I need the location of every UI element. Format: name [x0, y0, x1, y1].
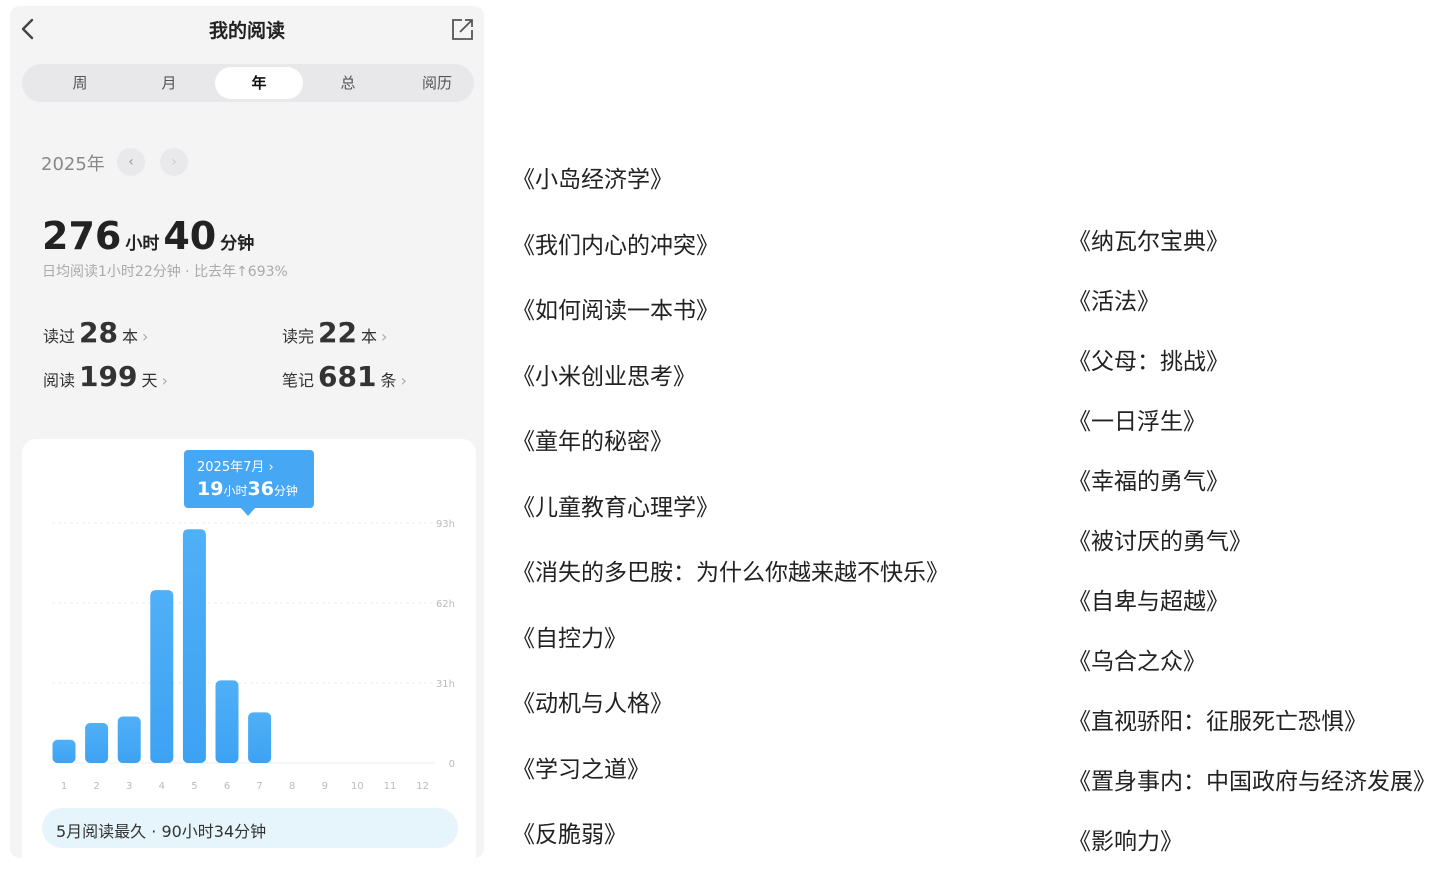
summary-text: 5月阅读最久 · 90小时34分钟 [56, 822, 267, 841]
book-title: 《自卑与超越》 [1068, 589, 1229, 615]
x-tick-label: 11 [384, 781, 397, 792]
book-title: 《动机与人格》 [512, 691, 673, 717]
bar-month-6[interactable] [215, 680, 239, 763]
y-tick-label: 62h [436, 599, 455, 610]
stat-reading-days[interactable]: 阅读 199 天 › [43, 360, 168, 393]
period-tabs: 周 月 年 总 阅历 [22, 64, 474, 102]
stat-label: 阅读 [43, 371, 76, 390]
stat-value: 28 [79, 316, 118, 349]
top-bar: 我的阅读 [10, 6, 484, 54]
book-title: 《被讨厌的勇气》 [1068, 529, 1252, 555]
chevron-right-icon: › [142, 327, 149, 346]
book-title: 《直视骄阳：征服死亡恐惧》 [1068, 709, 1367, 735]
next-year-button[interactable]: › [160, 148, 188, 176]
bar-month-5[interactable] [182, 529, 206, 763]
prev-year-button[interactable]: ‹ [117, 148, 145, 176]
book-title: 《小米创业思考》 [512, 363, 696, 390]
book-title: 《乌合之众》 [1068, 649, 1206, 675]
monthly-chart-card: 0 31h 62h 93h 1 2 3 4 5 6 7 8 9 10 11 12 2025年7月 › 19小时… [22, 439, 476, 858]
book-title: 《童年的秘密》 [512, 429, 673, 455]
stat-books-finished[interactable]: 读完 22 本 › [282, 316, 387, 349]
bar-month-3[interactable] [117, 716, 141, 763]
x-tick-label: 7 [256, 781, 262, 792]
book-title: 《影响力》 [1068, 829, 1183, 855]
stat-unit: 本 [360, 327, 377, 346]
total-minutes: 40 [163, 214, 217, 258]
book-title: 《如何阅读一本书》 [512, 298, 719, 324]
chevron-right-icon: › [161, 371, 168, 390]
tab-year[interactable]: 年 [215, 67, 303, 99]
hours-unit: 小时 [125, 234, 160, 254]
x-tick-label: 9 [322, 781, 328, 792]
x-tick-label: 5 [191, 781, 197, 792]
x-tick-label: 12 [416, 781, 429, 792]
stat-notes[interactable]: 笔记 681 条 › [282, 360, 407, 393]
x-tick-label: 8 [289, 781, 295, 792]
bar-month-1[interactable] [52, 739, 76, 763]
book-title: 《儿童教育心理学》 [512, 494, 719, 521]
minutes-unit: 分钟 [220, 234, 255, 254]
tab-total[interactable]: 总 [304, 67, 392, 99]
x-tick-label: 1 [61, 781, 67, 792]
daily-average-text: 日均阅读1小时22分钟 · 比去年↑693% [42, 264, 288, 280]
stat-value: 22 [318, 316, 357, 349]
y-tick-label: 93h [436, 519, 455, 530]
x-tick-label: 6 [224, 781, 230, 792]
tab-month[interactable]: 月 [125, 67, 213, 99]
book-title: 《置身事内：中国政府与经济发展》 [1068, 769, 1436, 795]
bar-month-4[interactable] [150, 590, 174, 763]
stat-value: 199 [79, 360, 138, 393]
book-title: 《小岛经济学》 [512, 167, 673, 193]
book-title: 《自控力》 [512, 625, 627, 652]
book-title: 《活法》 [1068, 289, 1160, 315]
book-title: 《学习之道》 [512, 756, 650, 783]
stat-label: 读完 [282, 327, 315, 346]
book-title: 《纳瓦尔宝典》 [1068, 229, 1229, 255]
share-icon[interactable] [448, 14, 476, 44]
total-reading-time: 276 小时 40 分钟 [42, 214, 258, 258]
chevron-right-icon: › [381, 327, 388, 346]
chart-tooltip[interactable]: 2025年7月 › 19小时36分钟 [184, 450, 314, 508]
tab-week[interactable]: 周 [36, 67, 124, 99]
stat-books-read[interactable]: 读过 28 本 › [43, 316, 148, 349]
x-tick-label: 2 [93, 781, 99, 792]
bar-month-2[interactable] [85, 723, 109, 763]
book-title: 《一日浮生》 [1068, 409, 1206, 435]
book-title: 《反脆弱》 [512, 822, 627, 848]
stat-label: 笔记 [282, 371, 315, 390]
book-title: 《消失的多巴胺：为什么你越来越不快乐》 [512, 560, 949, 586]
x-tick-label: 10 [351, 781, 364, 792]
book-title: 《幸福的勇气》 [1068, 469, 1229, 495]
book-title: 《我们内心的冲突》 [512, 232, 719, 259]
stat-unit: 天 [141, 371, 158, 390]
book-title: 《父母：挑战》 [1068, 349, 1229, 375]
stat-value: 681 [318, 360, 377, 393]
stat-unit: 本 [121, 327, 138, 346]
stat-label: 读过 [43, 327, 76, 346]
chevron-right-icon: › [400, 371, 407, 390]
year-label: 2025年 [41, 154, 105, 175]
total-hours: 276 [42, 214, 122, 258]
longest-month-summary: 5月阅读最久 · 90小时34分钟 [42, 808, 458, 848]
tooltip-value: 19小时36分钟 [197, 478, 298, 500]
stat-unit: 条 [380, 371, 397, 390]
reading-stats-panel: 我的阅读 周 月 年 总 阅历 2025年 ‹ › 276 小时 40 分钟 日均阅读… [10, 6, 484, 858]
tooltip-month: 2025年7月 › [197, 460, 274, 475]
tab-history[interactable]: 阅历 [393, 67, 481, 99]
y-tick-label: 31h [436, 679, 455, 690]
bar-month-7[interactable] [248, 712, 272, 763]
page-title: 我的阅读 [208, 20, 285, 42]
x-tick-label: 3 [126, 781, 132, 792]
y-tick-label: 0 [449, 759, 455, 770]
x-tick-label: 4 [159, 781, 165, 792]
tooltip-arrow [241, 508, 255, 516]
